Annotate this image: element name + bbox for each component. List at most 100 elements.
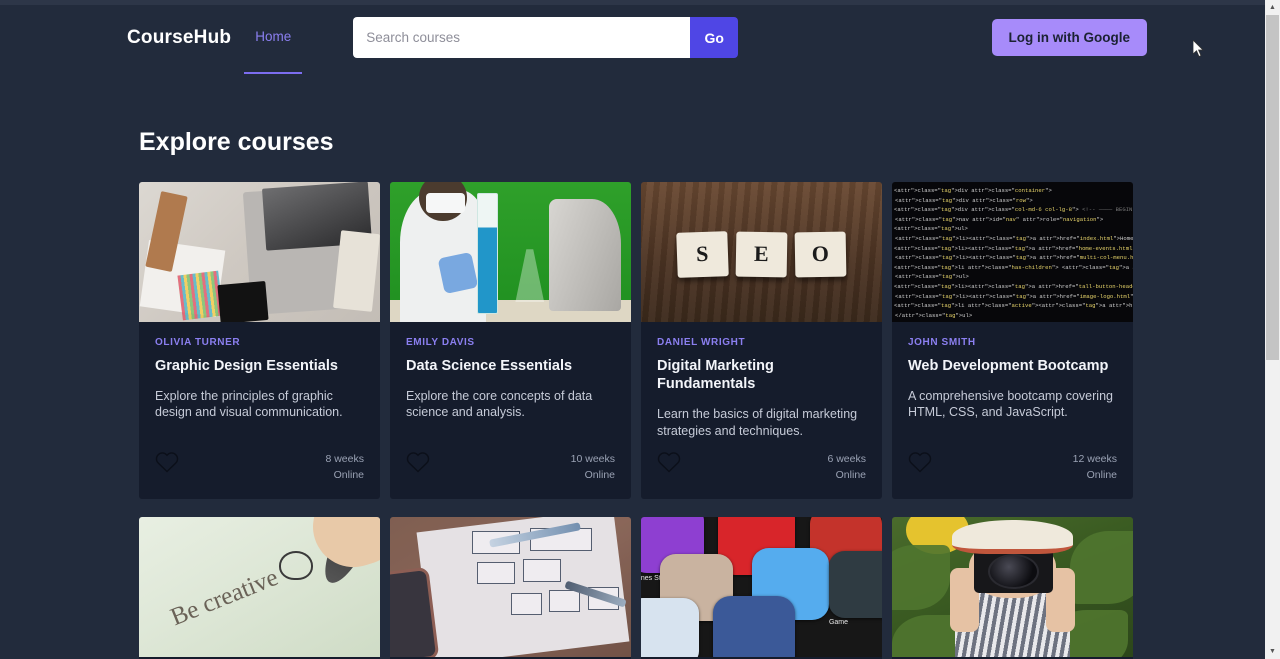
scroll-down-arrow[interactable]: ▼ bbox=[1265, 644, 1280, 659]
code-line: <attr">class="tag">div attr">class="cont… bbox=[894, 187, 1052, 194]
course-card[interactable]: EMILY DAVIS Data Science Essentials Expl… bbox=[390, 182, 631, 500]
scroll-thumb[interactable] bbox=[1266, 15, 1279, 360]
course-thumbnail: <attr">class="tag">div attr">class="cont… bbox=[892, 182, 1133, 322]
course-thumbnail: Be creative bbox=[139, 517, 380, 658]
code-line: <attr">class="tag">div attr">class="col-… bbox=[894, 206, 1133, 214]
course-footer: 8 weeks Online bbox=[139, 439, 380, 500]
photographer-image bbox=[892, 517, 1133, 658]
code-line: <attr">class="tag">li><attr">class="tag"… bbox=[895, 254, 1133, 262]
nav-active-underline bbox=[244, 71, 303, 74]
code-line: <attr">class="tag">li><attr">class="tag"… bbox=[894, 244, 1133, 252]
search-input[interactable] bbox=[353, 17, 691, 58]
course-meta: 10 weeks Online bbox=[571, 451, 615, 484]
course-thumbnail bbox=[390, 517, 631, 658]
site-header: CourseHub Home Go Log in with Google bbox=[0, 5, 1265, 74]
wireframe-notebook-image bbox=[390, 517, 631, 658]
be-creative-image: Be creative bbox=[139, 517, 380, 658]
course-footer: 12 weeks Online bbox=[892, 439, 1133, 500]
nav-item-home[interactable]: Home bbox=[255, 29, 291, 44]
course-mode: Online bbox=[835, 469, 866, 482]
course-description: A comprehensive bootcamp covering HTML, … bbox=[908, 389, 1113, 420]
app-icon-label: Game bbox=[828, 619, 849, 627]
source-code-image: <attr">class="tag">div attr">class="cont… bbox=[892, 182, 1133, 322]
page-title: Explore courses bbox=[139, 128, 334, 156]
course-thumbnail: S E O bbox=[641, 182, 882, 322]
seo-tiles-image: S E O bbox=[641, 182, 882, 322]
course-duration: 12 weeks bbox=[1072, 452, 1117, 465]
code-line: </attr">class="tag">ul> bbox=[895, 311, 973, 319]
seo-tile-o: O bbox=[794, 231, 847, 278]
app-icon-phonster bbox=[641, 598, 699, 658]
favorite-heart-icon[interactable] bbox=[155, 451, 179, 473]
course-description: Explore the principles of graphic design… bbox=[155, 389, 343, 420]
course-thumbnail bbox=[139, 182, 380, 322]
course-duration: 6 weeks bbox=[827, 452, 866, 465]
course-card[interactable]: Be creative WILLIAM TURNER bbox=[139, 517, 380, 659]
page-scrollbar[interactable]: ▲ ▼ bbox=[1265, 0, 1280, 659]
course-title[interactable]: Graphic Design Essentials bbox=[155, 357, 364, 375]
seo-tile-e: E bbox=[735, 231, 788, 278]
code-line: <attr">class="tag">li><attr">class="tag"… bbox=[895, 234, 1133, 242]
course-mode: Online bbox=[333, 469, 364, 482]
code-line: <attr">class="tag">li attr">class="activ… bbox=[894, 302, 1133, 310]
code-line: </attr">class="tag">li> bbox=[894, 320, 1131, 322]
code-line: <attr">class="tag">ul> bbox=[894, 225, 968, 233]
course-card[interactable]: iTunes StoreYelpInstagramTwitterGamePhon… bbox=[641, 517, 882, 659]
seo-tile-s: S bbox=[676, 231, 729, 279]
code-line: <attr">class="tag">nav attr">id="nav" at… bbox=[895, 215, 1104, 223]
course-thumbnail: iTunes StoreYelpInstagramTwitterGamePhon… bbox=[641, 517, 882, 658]
course-body: EMILY DAVIS Data Science Essentials Expl… bbox=[390, 322, 631, 439]
course-meta: 6 weeks Online bbox=[827, 451, 866, 484]
code-line: <attr">class="tag">ul> bbox=[895, 273, 969, 281]
course-duration: 10 weeks bbox=[570, 452, 615, 465]
course-meta: 8 weeks Online bbox=[325, 451, 364, 484]
course-card[interactable]: S E O DANIEL WRIGHT Digital Marketing Fu… bbox=[641, 182, 882, 500]
code-line: <attr">class="tag">li><attr">class="tag"… bbox=[895, 292, 1133, 300]
course-duration: 8 weeks bbox=[325, 452, 364, 465]
course-card[interactable]: <attr">class="tag">div attr">class="cont… bbox=[892, 182, 1133, 500]
course-card[interactable]: OLIVIA TURNER Graphic Design Essentials … bbox=[139, 182, 380, 500]
course-title[interactable]: Digital Marketing Fundamentals bbox=[657, 357, 866, 393]
scroll-up-arrow[interactable]: ▲ bbox=[1265, 0, 1280, 15]
page-viewport: CourseHub Home Go Log in with Google Exp… bbox=[0, 5, 1265, 659]
course-mode: Online bbox=[584, 469, 615, 482]
app-icon-games bbox=[828, 550, 882, 619]
favorite-heart-icon[interactable] bbox=[406, 451, 430, 473]
course-title[interactable]: Web Development Bootcamp bbox=[908, 357, 1117, 375]
social-app-icons-image: iTunes StoreYelpInstagramTwitterGamePhon… bbox=[641, 517, 882, 658]
course-description: Explore the core concepts of data scienc… bbox=[406, 389, 593, 420]
code-line: <attr">class="tag">li><attr">class="tag"… bbox=[894, 282, 1133, 290]
course-body: JOHN SMITH Web Development Bootcamp A co… bbox=[892, 322, 1133, 439]
course-mode: Online bbox=[1086, 469, 1117, 482]
login-with-google-button[interactable]: Log in with Google bbox=[991, 19, 1147, 56]
favorite-heart-icon[interactable] bbox=[908, 451, 932, 473]
course-body: DANIEL WRIGHT Digital Marketing Fundamen… bbox=[641, 322, 882, 439]
search-go-button[interactable]: Go bbox=[690, 17, 739, 58]
desk-flatlay-image bbox=[139, 182, 380, 322]
course-footer: 6 weeks Online bbox=[641, 439, 882, 500]
course-grid: OLIVIA TURNER Graphic Design Essentials … bbox=[139, 182, 1133, 659]
favorite-heart-icon[interactable] bbox=[657, 451, 681, 473]
course-thumbnail bbox=[892, 517, 1133, 658]
code-line: <attr">class="tag">div attr">class="row"… bbox=[895, 196, 1033, 204]
site-logo[interactable]: CourseHub bbox=[127, 27, 231, 49]
course-author: EMILY DAVIS bbox=[406, 337, 475, 348]
course-description: Learn the basics of digital marketing st… bbox=[657, 407, 858, 438]
course-author: DANIEL WRIGHT bbox=[657, 337, 746, 348]
main-content: Explore courses OLIVIA TURNER Graphic De… bbox=[0, 128, 1265, 659]
be-creative-text: Be creative bbox=[166, 564, 282, 632]
course-title[interactable]: Data Science Essentials bbox=[406, 357, 615, 375]
course-thumbnail bbox=[390, 182, 631, 322]
course-author: JOHN SMITH bbox=[908, 337, 976, 348]
code-line: <attr">class="tag">li attr">class="has-c… bbox=[894, 263, 1133, 271]
course-author: OLIVIA TURNER bbox=[155, 337, 241, 348]
science-lab-image bbox=[390, 182, 631, 322]
course-card[interactable]: AVA PATEL bbox=[390, 517, 631, 659]
search-bar: Go bbox=[353, 17, 739, 58]
course-meta: 12 weeks Online bbox=[1073, 451, 1117, 484]
course-card[interactable]: SOPHIE RODRIGUEZ bbox=[892, 517, 1133, 659]
app-icon-facebook bbox=[713, 595, 796, 658]
course-footer: 10 weeks Online bbox=[390, 439, 631, 500]
course-body: OLIVIA TURNER Graphic Design Essentials … bbox=[139, 322, 380, 439]
primary-nav: Home bbox=[244, 28, 303, 74]
